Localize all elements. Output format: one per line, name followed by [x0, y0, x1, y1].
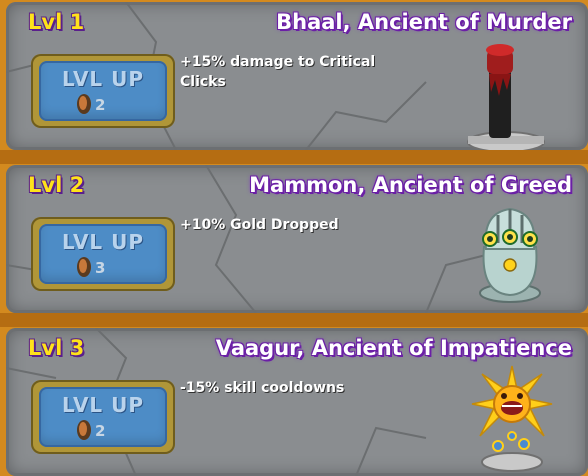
- ancient-name: Vaagur, Ancient of Impatience: [215, 336, 572, 360]
- level-up-button-frame: LVL UP 3: [31, 217, 175, 291]
- ancient-panel-bhaal: Lvl 1 Bhaal, Ancient of Murder +15% dama…: [6, 2, 588, 150]
- ancient-description: -15% skill cooldowns: [180, 380, 345, 396]
- level-up-label: LVL UP: [61, 230, 145, 254]
- ancient-level: Lvl 2: [28, 173, 85, 197]
- level-up-button[interactable]: LVL UP 3: [39, 224, 167, 284]
- hero-soul-icon: [77, 420, 91, 440]
- ancient-level: Lvl 1: [28, 10, 85, 34]
- level-up-cost: 2: [95, 422, 106, 440]
- vaagur-sun-icon: [471, 365, 553, 472]
- hero-soul-icon: [77, 94, 91, 114]
- level-up-label: LVL UP: [61, 393, 145, 417]
- ancient-name: Bhaal, Ancient of Murder: [276, 10, 572, 34]
- level-up-label: LVL UP: [61, 67, 145, 91]
- level-up-button-frame: LVL UP 2: [31, 380, 175, 454]
- ancient-panel-vaagur: Lvl 3 Vaagur, Ancient of Impatience -15%…: [6, 328, 588, 476]
- level-up-button[interactable]: LVL UP 2: [39, 61, 167, 121]
- level-up-cost: 3: [95, 259, 106, 277]
- ancient-panel-mammon: Lvl 2 Mammon, Ancient of Greed +10% Gold…: [6, 165, 588, 313]
- ancient-description: +10% Gold Dropped: [180, 217, 339, 233]
- level-up-button[interactable]: LVL UP 2: [39, 387, 167, 447]
- level-up-cost: 2: [95, 96, 106, 114]
- hero-soul-icon: [77, 257, 91, 277]
- ancient-description: +15% damage to Critical Clicks: [180, 54, 376, 90]
- ancient-level: Lvl 3: [28, 336, 85, 360]
- mammon-statue-icon: [479, 207, 541, 303]
- level-up-button-frame: LVL UP 2: [31, 54, 175, 128]
- ancient-name: Mammon, Ancient of Greed: [249, 173, 572, 197]
- bhaal-pillar-icon: [467, 44, 545, 150]
